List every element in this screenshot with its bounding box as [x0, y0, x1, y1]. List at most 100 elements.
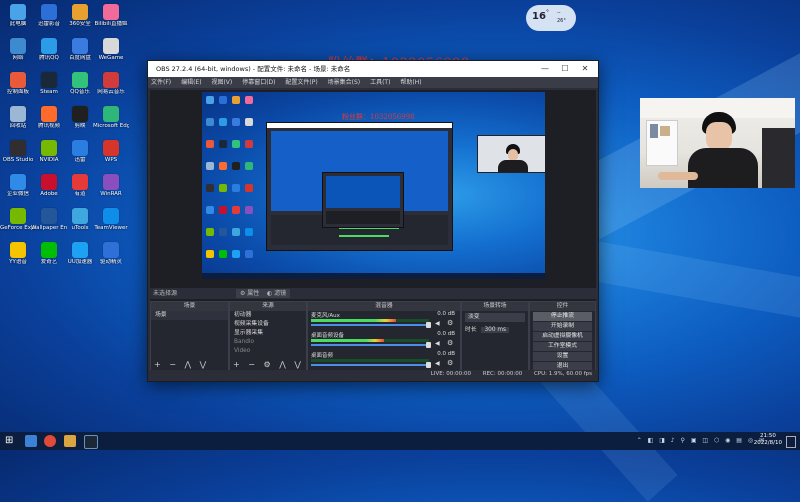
desktop-icon[interactable]: Bilibili直播姬 [93, 2, 129, 36]
speaker-icon[interactable]: ◀ [435, 360, 440, 367]
desktop-icon[interactable]: WinRAR [93, 172, 129, 206]
menu-profile[interactable]: 配置文件(P) [285, 79, 317, 86]
source-item[interactable]: 初动器 [230, 311, 306, 320]
volume-knob[interactable] [426, 322, 431, 328]
desktop-icon[interactable]: WPS [93, 138, 129, 172]
scene-item[interactable]: 场景 [151, 311, 228, 320]
sources-dock: 来源 初动器 视频采集设备 显示器采集 Bandlo Video + − ⚙ ⋀… [229, 301, 307, 371]
preview-desktop-icon [219, 96, 227, 104]
menu-view[interactable]: 视图(V) [211, 79, 232, 86]
app-icon [103, 38, 119, 54]
search-icon[interactable] [25, 435, 37, 447]
start-recording-button[interactable]: 开始录制 [533, 322, 592, 331]
volume-meter [311, 359, 429, 362]
volume-slider[interactable] [311, 362, 431, 368]
start-button[interactable]: ⊞ [5, 435, 17, 447]
clock[interactable]: 21:50 2022/8/10 [754, 433, 782, 447]
source-item[interactable]: Video [230, 347, 306, 356]
preview-desktop-icon [245, 228, 253, 236]
desktop-icon-label: 网易云音乐 [97, 89, 125, 95]
steam-icon[interactable] [84, 435, 98, 449]
preview-desktop-icon [206, 162, 214, 170]
browser-icon[interactable] [44, 435, 56, 447]
sources-header: 来源 [230, 302, 306, 311]
desktop-icon[interactable]: TeamViewer [93, 206, 129, 240]
volume-slider[interactable] [311, 342, 431, 348]
close-button[interactable]: ✕ [576, 61, 594, 77]
preview-desktop-icon [245, 162, 253, 170]
volume-slider[interactable] [311, 322, 431, 328]
volume-meter-fill [311, 319, 396, 322]
settings-button[interactable]: 设置 [533, 352, 592, 361]
desktop-icon[interactable]: Microsoft Edge [93, 104, 129, 138]
mixer-channel: 桌面音频 0.0 dB ◀ ⚙ [311, 351, 457, 371]
preview-desktop-icon [232, 250, 240, 258]
preview-webcam [477, 135, 545, 173]
file-explorer-icon[interactable] [64, 435, 76, 447]
volume-knob[interactable] [426, 342, 431, 348]
desktop-icon[interactable]: WeGame [93, 36, 129, 70]
preview-desktop-icon [245, 140, 253, 148]
preview-desktop-icon [219, 118, 227, 126]
source-item[interactable]: Bandlo [230, 338, 306, 347]
filters-button[interactable]: ◐ 滤镜 [263, 289, 291, 298]
transition-select[interactable]: 淡变 [465, 313, 525, 322]
menu-scene-collection[interactable]: 场景集合(S) [328, 79, 361, 86]
controls-header: 控件 [530, 302, 595, 311]
virtual-camera-button[interactable]: 启动虚拟摄像机 [533, 332, 592, 341]
scene-controls[interactable]: + − ⋀ ⋁ [154, 360, 209, 369]
duration-row: 时长 300 ms [465, 324, 525, 333]
duration-label: 时长 [465, 327, 477, 333]
app-icon [10, 106, 26, 122]
title-bar[interactable]: OBS 27.2.4 (64-bit, windows) - 配置文件: 未命名… [148, 61, 598, 77]
source-item[interactable]: 显示器采集 [230, 329, 306, 338]
preview-desktop-icon [206, 250, 214, 258]
live-time: LIVE: 00:00:00 [430, 371, 471, 377]
source-item[interactable]: 视频采集设备 [230, 320, 306, 329]
properties-button[interactable]: ⚙ 属性 [236, 289, 264, 298]
menu-tools[interactable]: 工具(T) [370, 79, 390, 86]
stop-streaming-button[interactable]: 停止推流 [533, 312, 592, 321]
preview-desktop-icon [206, 228, 214, 236]
webcam-overlay [640, 98, 795, 188]
menu-file[interactable]: 文件(F) [151, 79, 171, 86]
duration-input[interactable]: 300 ms [481, 327, 510, 333]
speaker-icon[interactable]: ◀ [435, 320, 440, 327]
system-tray[interactable]: ⌃ ◧ ◨ ♪ ⚲ ▣ ◫ ⬡ ◉ ▤ ◎ ✉ [637, 437, 766, 444]
desktop-icon[interactable]: 网易云音乐 [93, 70, 129, 104]
app-icon [72, 174, 88, 190]
app-icon [41, 106, 57, 122]
widget-line2: 26° [557, 18, 566, 24]
volume-knob[interactable] [426, 362, 431, 368]
source-controls[interactable]: + − ⚙ ⋀ ⋁ [233, 360, 304, 369]
minimize-button[interactable]: — [536, 61, 554, 77]
volume-meter-fill [311, 339, 385, 342]
mini-shirt [498, 160, 528, 172]
app-icon [72, 38, 88, 54]
window-title: OBS 27.2.4 (64-bit, windows) - 配置文件: 未命名… [156, 65, 351, 73]
app-icon [41, 208, 57, 224]
transitions-header: 场景转场 [462, 302, 528, 311]
studio-mode-button[interactable]: 工作室模式 [533, 342, 592, 351]
maximize-button[interactable]: ☐ [556, 61, 574, 77]
menu-docks[interactable]: 停靠窗口(D) [242, 79, 275, 86]
notification-icon[interactable] [786, 436, 796, 448]
speaker-icon[interactable]: ◀ [435, 340, 440, 347]
menu-help[interactable]: 帮助(H) [400, 79, 421, 86]
menu-edit[interactable]: 编辑(E) [181, 79, 201, 86]
gear-icon[interactable]: ⚙ [447, 359, 453, 367]
gear-icon[interactable]: ⚙ [447, 339, 453, 347]
app-icon [72, 4, 88, 20]
desktop-icon[interactable]: 驱动精灵 [93, 240, 129, 274]
channel-name: 桌面音频 [311, 353, 334, 359]
channel-db: 0.0 dB [437, 331, 455, 337]
preview-desktop-icon [245, 118, 253, 126]
obs-window[interactable]: OBS 27.2.4 (64-bit, windows) - 配置文件: 未命名… [147, 60, 599, 382]
app-icon [41, 72, 57, 88]
preview-desktop-icon [219, 250, 227, 258]
app-icon [103, 208, 119, 224]
gear-icon[interactable]: ⚙ [447, 319, 453, 327]
app-icon [10, 208, 26, 224]
weather-widget[interactable]: 16 ° -- 26° [526, 5, 576, 31]
widget-line1: -- [557, 10, 561, 16]
